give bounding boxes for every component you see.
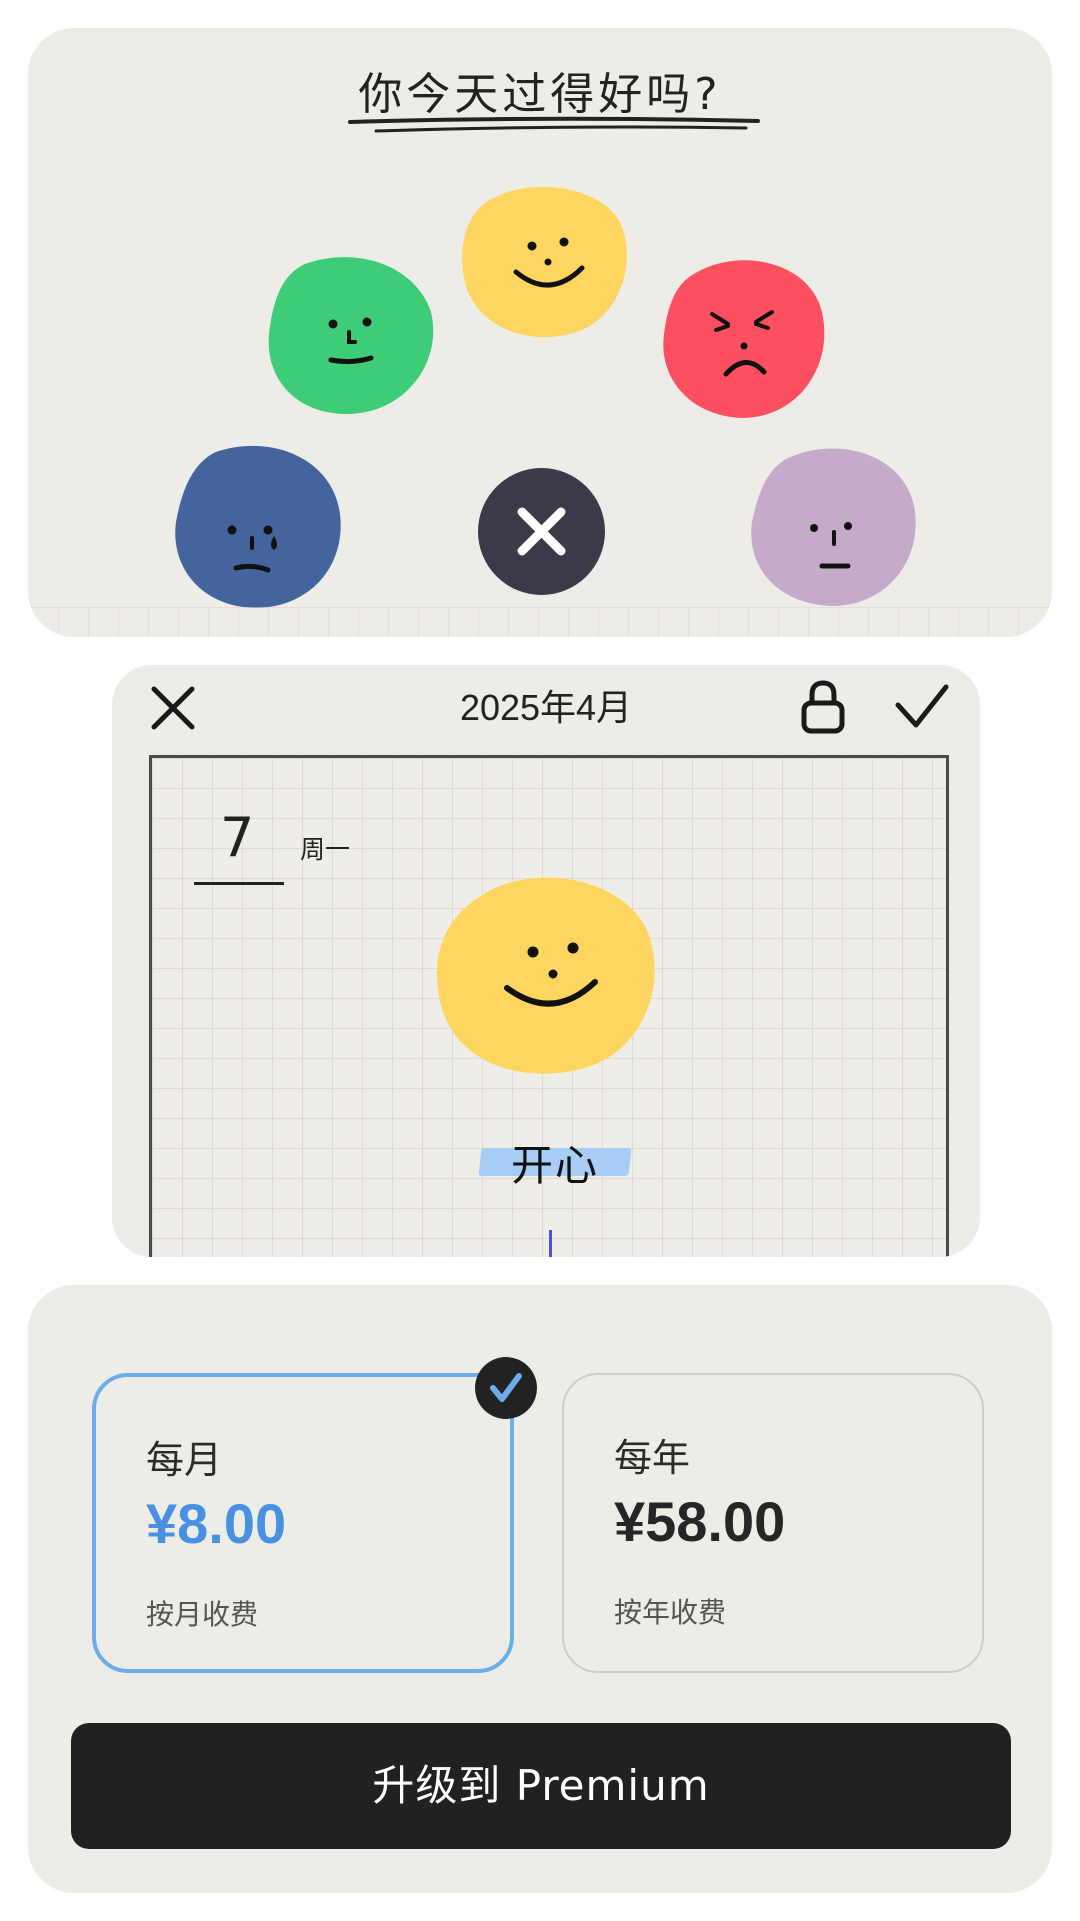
mood-calm-button[interactable] — [265, 252, 437, 418]
paper-grid-edge — [28, 607, 1052, 637]
title-underline — [348, 116, 760, 133]
plan-price: ¥58.00 — [614, 1490, 786, 1553]
plan-name: 每月 — [146, 1438, 223, 1482]
close-icon — [517, 507, 566, 556]
weekday-label: 周一 — [300, 835, 351, 864]
subscription-card: 每月 ¥8.00 按月收费 每年 ¥58.00 按年收费 升级到 Premium — [28, 1285, 1052, 1893]
plan-price: ¥8.00 — [146, 1492, 287, 1555]
checkmark-icon — [490, 1373, 522, 1402]
upgrade-premium-button[interactable]: 升级到 Premium — [71, 1723, 1011, 1849]
close-mood-picker-button[interactable] — [478, 468, 605, 595]
mood-label-tag: 开心 — [478, 1138, 632, 1190]
selected-mood-happy — [436, 877, 655, 1074]
entry-paper[interactable]: 7 周一 开心 — [149, 755, 949, 1257]
plan-billing-note: 按月收费 — [146, 1598, 259, 1631]
mood-angry-button[interactable] — [660, 254, 828, 422]
mood-label-text: 开心 — [510, 1141, 599, 1190]
text-cursor — [549, 1230, 552, 1257]
day-number: 7 — [220, 806, 255, 869]
plan-billing-note: 按年收费 — [614, 1596, 727, 1629]
mood-happy-button[interactable] — [460, 182, 632, 342]
plan-name: 每年 — [614, 1436, 691, 1480]
plan-yearly-option[interactable]: 每年 ¥58.00 按年收费 — [562, 1373, 984, 1673]
plan-monthly-option[interactable]: 每月 ¥8.00 按月收费 — [92, 1373, 514, 1673]
mood-meh-button[interactable] — [748, 442, 920, 610]
selected-check-badge — [475, 1357, 537, 1419]
entry-month-title: 2025年4月 — [459, 687, 633, 728]
lock-icon — [801, 680, 845, 734]
day-underline — [194, 882, 284, 885]
mood-picker-card: 你今天过得好吗? — [28, 28, 1052, 637]
lock-entry-button[interactable] — [800, 679, 846, 739]
check-icon — [895, 684, 949, 728]
diary-entry-card: 2025年4月 7 周一 开心 — [112, 665, 980, 1257]
mood-sad-button[interactable] — [172, 442, 344, 610]
save-entry-button[interactable] — [892, 681, 952, 737]
